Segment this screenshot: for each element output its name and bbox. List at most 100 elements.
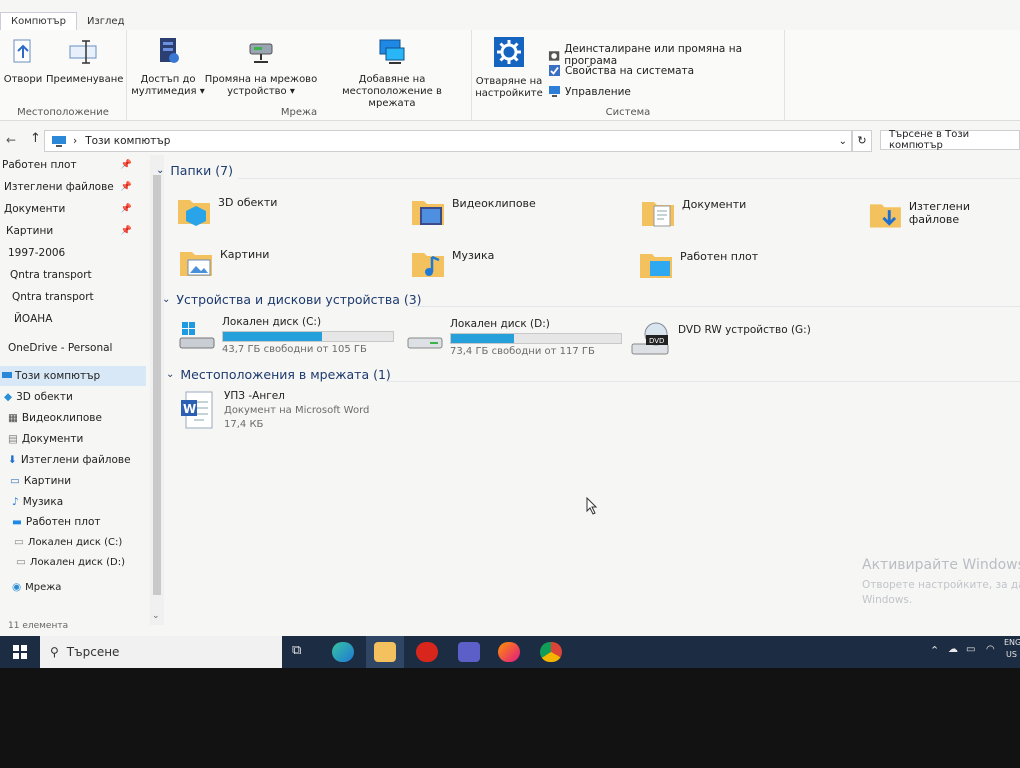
media-access-button[interactable]: Достъп до мултимедия ▾ bbox=[131, 36, 205, 98]
manage-button[interactable]: Управление bbox=[548, 85, 631, 98]
network-title: Местоположения в мрежата (1) bbox=[180, 367, 391, 382]
sidebar-item-desktop-pc[interactable]: ▬ Работен плот bbox=[0, 512, 146, 532]
search-input[interactable]: Търсене в Този компютър bbox=[880, 129, 1020, 151]
drive-name: Локален диск (C:) bbox=[222, 316, 322, 328]
drive-dvd[interactable]: DVD DVD RW устройство (G:) bbox=[630, 320, 811, 358]
cube-icon: ◆ bbox=[4, 391, 13, 403]
pin-icon: 📌 bbox=[120, 160, 132, 170]
section-divider bbox=[386, 381, 1020, 382]
sidebar-item-yoana[interactable]: ЙОАНА bbox=[0, 309, 146, 329]
sidebar-item-this-pc[interactable]: Този компютър bbox=[0, 366, 146, 386]
sidebar-item-documents[interactable]: Документи 📌 bbox=[0, 199, 146, 219]
add-network-location-button[interactable]: Добавяне на местоположение в мрежата bbox=[317, 36, 467, 110]
sidebar-item-label: Документи bbox=[4, 203, 66, 215]
ribbon: Отвори Преименуване Местоположение Достъ… bbox=[0, 30, 1020, 121]
document-type: Документ на Microsoft Word bbox=[224, 405, 370, 416]
language-indicator[interactable]: ENG bbox=[1004, 638, 1020, 647]
sidebar-item-qntra-2[interactable]: Qntra transport bbox=[0, 287, 146, 307]
onedrive-tray-icon[interactable]: ☁ bbox=[948, 644, 958, 655]
folder-3d-objects[interactable]: 3D обекти bbox=[176, 192, 277, 228]
sidebar-item-qntra-1[interactable]: Qntra transport bbox=[0, 265, 146, 285]
media-label-2: мултимедия ▾ bbox=[131, 86, 205, 97]
sidebar-item-videos[interactable]: ▦ Видеоклипове bbox=[0, 408, 146, 428]
drive-usage-fill bbox=[223, 332, 322, 341]
sidebar-item-downloads[interactable]: Изтеглени файлове 📌 bbox=[0, 177, 146, 197]
sidebar-item-drive-c[interactable]: ▭ Локален диск (C:) bbox=[0, 532, 146, 552]
activation-watermark-title: Активирайте Windows bbox=[862, 557, 1020, 573]
chevron-down-icon: ⌄ bbox=[162, 294, 171, 305]
sidebar-item-label: Изтеглени файлове bbox=[4, 181, 114, 193]
pin-icon: 📌 bbox=[120, 226, 132, 236]
region-indicator[interactable]: US bbox=[1006, 650, 1017, 659]
sidebar-item-label: Qntra transport bbox=[12, 291, 94, 303]
sidebar-item-drive-d[interactable]: ▭ Локален диск (D:) bbox=[0, 552, 146, 572]
chevron-down-icon[interactable]: ⌄ bbox=[152, 611, 160, 621]
devices-section-header[interactable]: ⌄ Устройства и дискови устройства (3) bbox=[162, 292, 422, 307]
opera-icon[interactable] bbox=[416, 642, 438, 662]
breadcrumb[interactable]: Този компютър bbox=[85, 135, 170, 147]
pin-icon: 📌 bbox=[120, 182, 132, 192]
map-network-drive-button[interactable]: Промяна на мрежово устройство ▾ bbox=[203, 36, 319, 98]
sidebar-item-music[interactable]: ♪ Музика bbox=[0, 492, 146, 512]
open-button[interactable]: Отвори bbox=[2, 38, 44, 86]
taskbar-search-box[interactable]: ⚲ Търсене bbox=[40, 636, 282, 668]
wifi-icon[interactable]: ◠ bbox=[986, 644, 995, 655]
up-arrow-icon[interactable]: ↑ bbox=[30, 131, 41, 146]
rename-button[interactable]: Преименуване bbox=[46, 38, 123, 86]
chevron-up-icon[interactable]: ⌃ bbox=[930, 644, 939, 657]
folder-videos[interactable]: Видеоклипове bbox=[410, 193, 536, 229]
battery-icon[interactable]: ▭ bbox=[966, 644, 975, 655]
dvd-drive-icon: DVD bbox=[631, 322, 669, 355]
sidebar-item-network[interactable]: ◉ Мрежа bbox=[0, 577, 146, 597]
navigation-pane: Работен плот 📌 Изтеглени файлове 📌 Докумен… bbox=[0, 155, 150, 635]
network-section-header[interactable]: ⌄ Местоположения в мрежата (1) bbox=[166, 367, 391, 382]
sidebar-item-pictures[interactable]: Картини 📌 bbox=[0, 221, 146, 241]
drive-d[interactable]: Локален диск (D:) 73,4 ГБ свободни от 11… bbox=[406, 318, 622, 357]
folder-pictures[interactable]: Картини bbox=[178, 244, 269, 280]
scrollbar-thumb[interactable] bbox=[153, 175, 161, 595]
folder-music[interactable]: Музика bbox=[410, 245, 494, 281]
drive-usage-fill bbox=[451, 334, 514, 343]
file-explorer-icon[interactable] bbox=[374, 642, 396, 662]
watermark-line: Windows. bbox=[862, 594, 913, 606]
folders-section-header[interactable]: ⌄ Папки (7) bbox=[156, 163, 233, 178]
address-bar-row: ← ↑ › Този компютър ⌄ ↻ Търсене в Този к… bbox=[0, 127, 1020, 157]
network-icon: ◉ bbox=[12, 581, 22, 593]
manage-label: Управление bbox=[565, 85, 631, 98]
folder-downloads[interactable]: Изтеглени файлове bbox=[868, 196, 1020, 232]
teams-icon[interactable] bbox=[458, 642, 480, 662]
sidebar-item-documents-pc[interactable]: ▤ Документи bbox=[0, 429, 146, 449]
open-settings-button[interactable]: Отваряне на настройките bbox=[474, 36, 544, 100]
sidebar-item-desktop[interactable]: Работен плот 📌 bbox=[0, 155, 146, 175]
system-properties-button[interactable]: Свойства на системата bbox=[548, 64, 694, 77]
chevron-down-icon[interactable]: ⌄ bbox=[839, 136, 847, 147]
open-settings-label-2: настройките bbox=[475, 88, 543, 99]
firefox-icon[interactable] bbox=[498, 642, 520, 662]
sidebar-scrollbar[interactable]: ⌄ bbox=[150, 155, 164, 625]
sidebar-item-label: Този компютър bbox=[15, 370, 101, 382]
back-arrow-icon[interactable]: ← bbox=[6, 133, 16, 147]
sidebar-item-onedrive[interactable]: OneDrive - Personal bbox=[0, 338, 146, 358]
task-view-icon[interactable]: ⧉ bbox=[292, 643, 301, 658]
address-box[interactable]: › Този компютър ⌄ bbox=[44, 130, 852, 152]
chrome-icon[interactable] bbox=[540, 642, 562, 662]
tab-computer[interactable]: Компютър bbox=[0, 12, 77, 30]
network-item-word-doc[interactable]: W УПЗ -Ангел Документ на Microsoft Word … bbox=[180, 390, 369, 430]
edge-icon[interactable] bbox=[332, 642, 354, 662]
folder-desktop[interactable]: Работен плот bbox=[638, 246, 758, 282]
folder-label: 3D обекти bbox=[218, 196, 278, 209]
document-icon: ▤ bbox=[8, 433, 18, 445]
tab-view[interactable]: Изглед bbox=[77, 13, 135, 30]
folder-documents[interactable]: Документи bbox=[640, 194, 746, 230]
chevron-down-icon: ⌄ bbox=[156, 165, 165, 176]
windows-start-icon[interactable] bbox=[13, 645, 27, 659]
drive-c[interactable]: Локален диск (C:) 43,7 ГБ свободни от 10… bbox=[178, 316, 394, 355]
sidebar-item-downloads-pc[interactable]: ⬇ Изтеглени файлове bbox=[0, 450, 146, 470]
refresh-button[interactable]: ↻ bbox=[852, 130, 872, 152]
sidebar-item-pictures-pc[interactable]: ▭ Картини bbox=[0, 471, 146, 491]
sidebar-item-folder-1997[interactable]: 1997-2006 bbox=[0, 243, 146, 263]
sidebar-item-3d-objects[interactable]: ◆ 3D обекти bbox=[0, 387, 146, 407]
section-divider bbox=[412, 306, 1020, 307]
add-location-label-1: Добавяне на bbox=[358, 74, 426, 85]
folder-picture-icon bbox=[180, 252, 212, 276]
